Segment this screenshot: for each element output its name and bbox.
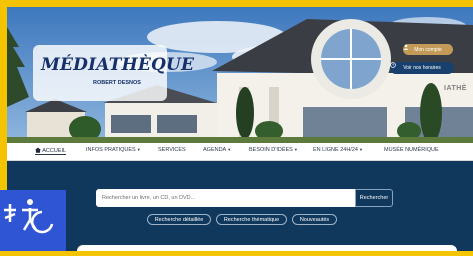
nav-item-en-ligne[interactable]: EN LIGNE 24H/24▼ — [313, 147, 363, 153]
logo-title: MÉDIATHÈQUE — [41, 55, 195, 75]
new-arrivals-link[interactable]: Nouveautés — [292, 214, 337, 225]
logo-subtitle: ROBERT DESNOS — [93, 80, 141, 86]
account-label: Mon compte — [414, 46, 442, 53]
nav-label: AGENDA — [203, 147, 227, 153]
user-icon — [403, 44, 409, 50]
building-sign: IATHÈ — [444, 85, 467, 92]
home-icon — [35, 147, 41, 153]
pill-label: Nouveautés — [299, 216, 330, 223]
caret-down-icon: ▼ — [227, 147, 232, 152]
nav-label: INFOS PRATIQUES — [86, 147, 136, 153]
caret-down-icon: ▼ — [136, 147, 141, 152]
nav-item-accueil[interactable]: ACCUEIL — [35, 147, 67, 155]
nav-item-besoin-idees[interactable]: BESOIN D'IDÉES▼ — [249, 147, 298, 153]
nav-label: ACCUEIL — [42, 148, 67, 154]
pill-label: Recherche détaillée — [154, 216, 204, 223]
hours-label: Voir nos horaires — [403, 65, 441, 71]
caret-down-icon: ▼ — [293, 147, 298, 152]
nav-label: SERVICES — [158, 147, 186, 153]
search-placeholder: Rechercher un livre, un CD, un DVD... — [102, 195, 196, 201]
thematic-search-link[interactable]: Recherche thématique — [216, 214, 287, 225]
nav-item-services[interactable]: SERVICES — [158, 147, 186, 153]
caret-down-icon: ▼ — [358, 147, 363, 152]
advanced-search-link[interactable]: Recherche détaillée — [147, 214, 211, 225]
accessibility-widget[interactable] — [0, 190, 66, 251]
nav-label: EN LIGNE 24H/24 — [313, 147, 358, 153]
nav-label: BESOIN D'IDÉES — [249, 147, 293, 153]
nav-label: MUSÉE NUMÉRIQUE — [384, 147, 439, 153]
accessibility-icon — [4, 199, 54, 234]
search-button[interactable]: Rechercher — [355, 189, 393, 207]
pill-label: Recherche thématique — [223, 216, 280, 223]
main-navigation: ACCUEIL INFOS PRATIQUES▼ SERVICES AGENDA… — [7, 143, 473, 161]
content-card — [77, 245, 457, 251]
nav-item-agenda[interactable]: AGENDA▼ — [203, 147, 231, 153]
page-frame: IATHÈ MÉDIATHÈQUE ROBERT DESNOS Mon comp… — [7, 7, 473, 251]
nav-item-musee-numerique[interactable]: MUSÉE NUMÉRIQUE — [384, 147, 439, 153]
account-button[interactable]: Mon compte — [403, 44, 453, 55]
search-button-label: Rechercher — [359, 195, 389, 201]
hours-button[interactable]: Voir nos horaires — [390, 62, 454, 74]
hero-banner: IATHÈ MÉDIATHÈQUE ROBERT DESNOS Mon comp… — [7, 7, 473, 143]
site-logo[interactable]: MÉDIATHÈQUE ROBERT DESNOS — [33, 45, 194, 101]
search-input[interactable]: Rechercher un livre, un CD, un DVD... — [96, 189, 355, 207]
nav-item-infos-pratiques[interactable]: INFOS PRATIQUES▼ — [86, 147, 141, 153]
clock-icon — [390, 62, 396, 68]
